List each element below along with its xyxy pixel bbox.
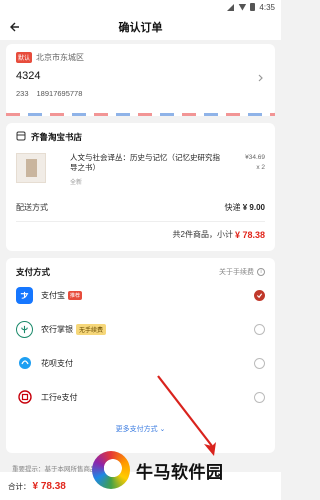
fee-link-label: 关于手续费 — [219, 269, 254, 276]
address-stripe — [6, 113, 275, 116]
header: 确认订单 — [0, 14, 281, 40]
status-time: 4:35 — [259, 2, 275, 12]
address-card[interactable]: 默认 北京市东城区 4324 233 18917695778 — [6, 44, 275, 116]
divider — [16, 221, 265, 222]
watermark: 牛马软件园 — [92, 448, 281, 492]
arrow-left-icon — [10, 22, 19, 32]
back-button[interactable] — [8, 20, 22, 34]
icbc-icon — [16, 388, 33, 406]
watermark-logo — [92, 451, 130, 489]
subtotal-amount: ¥ 78.38 — [234, 229, 265, 240]
pay-label-abc: 农行掌银 — [41, 324, 73, 334]
product-item[interactable]: 人文与社会译丛：历史与记忆（记忆史研究指导之书） 全新 ¥34.69 x 2 — [16, 153, 265, 186]
contact-name: 233 — [16, 89, 29, 98]
radio-icbc[interactable] — [254, 391, 265, 403]
battery-icon — [250, 3, 256, 11]
info-icon: i — [257, 268, 265, 276]
no-fee-badge: 无手续费 — [76, 323, 107, 335]
address-detail: 4324 — [16, 70, 41, 82]
pay-option-huabei[interactable]: 花呗支付 — [16, 346, 265, 380]
status-bar: 4:35 — [0, 0, 281, 14]
item-count-text: 共2件商品，小计 — [172, 230, 233, 239]
payment-title: 支付方式 — [16, 267, 51, 277]
product-title: 人文与社会译丛：历史与记忆（记忆史研究指导之书） — [70, 153, 220, 172]
pay-label-alipay: 支付宝 — [41, 290, 65, 300]
check-icon — [256, 292, 263, 298]
more-payment-methods[interactable]: 更多支付方式 ⌄ — [16, 424, 265, 434]
pay-option-alipay[interactable]: 支付宝 推荐 — [16, 278, 265, 312]
signal-icon — [227, 3, 235, 11]
alipay-icon — [16, 286, 33, 304]
shipping-fee: ¥ 9.00 — [242, 203, 265, 212]
shipping-row[interactable]: 配送方式 快递 ¥ 9.00 — [16, 202, 265, 213]
fee-info-link[interactable]: 关于手续费 i — [219, 267, 265, 277]
shop-name: 齐鲁淘宝书店 — [31, 132, 83, 142]
chevron-right-icon — [258, 74, 263, 82]
product-thumbnail — [16, 153, 46, 183]
huabei-icon — [16, 354, 33, 372]
address-region: 北京市东城区 — [36, 53, 85, 62]
shipping-method: 快递 — [224, 203, 241, 212]
product-quantity: x 2 — [256, 164, 265, 171]
radio-alipay[interactable] — [254, 289, 265, 301]
pay-option-abc[interactable]: 农行掌银 无手续费 — [16, 312, 265, 346]
wifi-icon — [238, 3, 247, 11]
radio-huabei[interactable] — [254, 357, 265, 369]
more-payment-label: 更多支付方式 — [115, 426, 158, 433]
total-amount: ¥ 78.38 — [32, 480, 66, 492]
subtotal-row: 共2件商品，小计 ¥ 78.38 — [16, 229, 265, 240]
product-condition: 全新 — [70, 180, 83, 186]
abc-bank-icon — [16, 320, 33, 338]
store-icon — [16, 131, 26, 143]
total-label: 合计： — [8, 481, 31, 491]
shipping-label: 配送方式 — [16, 203, 48, 212]
pay-label-huabei: 花呗支付 — [41, 358, 73, 368]
shop-card: 齐鲁淘宝书店 人文与社会译丛：历史与记忆（记忆史研究指导之书） 全新 ¥34.6… — [6, 123, 275, 251]
pay-label-icbc: 工行e支付 — [41, 392, 78, 402]
page-title: 确认订单 — [118, 22, 163, 34]
pay-option-icbc[interactable]: 工行e支付 — [16, 380, 265, 414]
watermark-text: 牛马软件园 — [136, 462, 224, 482]
chevron-down-icon: ⌄ — [159, 426, 166, 433]
payment-card: 支付方式 关于手续费 i 支付宝 推荐 农行掌银 无手续费 花呗支付 工行e支付… — [6, 258, 275, 453]
radio-abc[interactable] — [254, 323, 265, 335]
contact-phone: 18917695778 — [36, 89, 83, 98]
default-badge: 默认 — [16, 52, 33, 63]
recommend-badge: 推荐 — [68, 290, 83, 300]
product-price: ¥34.69 — [245, 154, 265, 161]
